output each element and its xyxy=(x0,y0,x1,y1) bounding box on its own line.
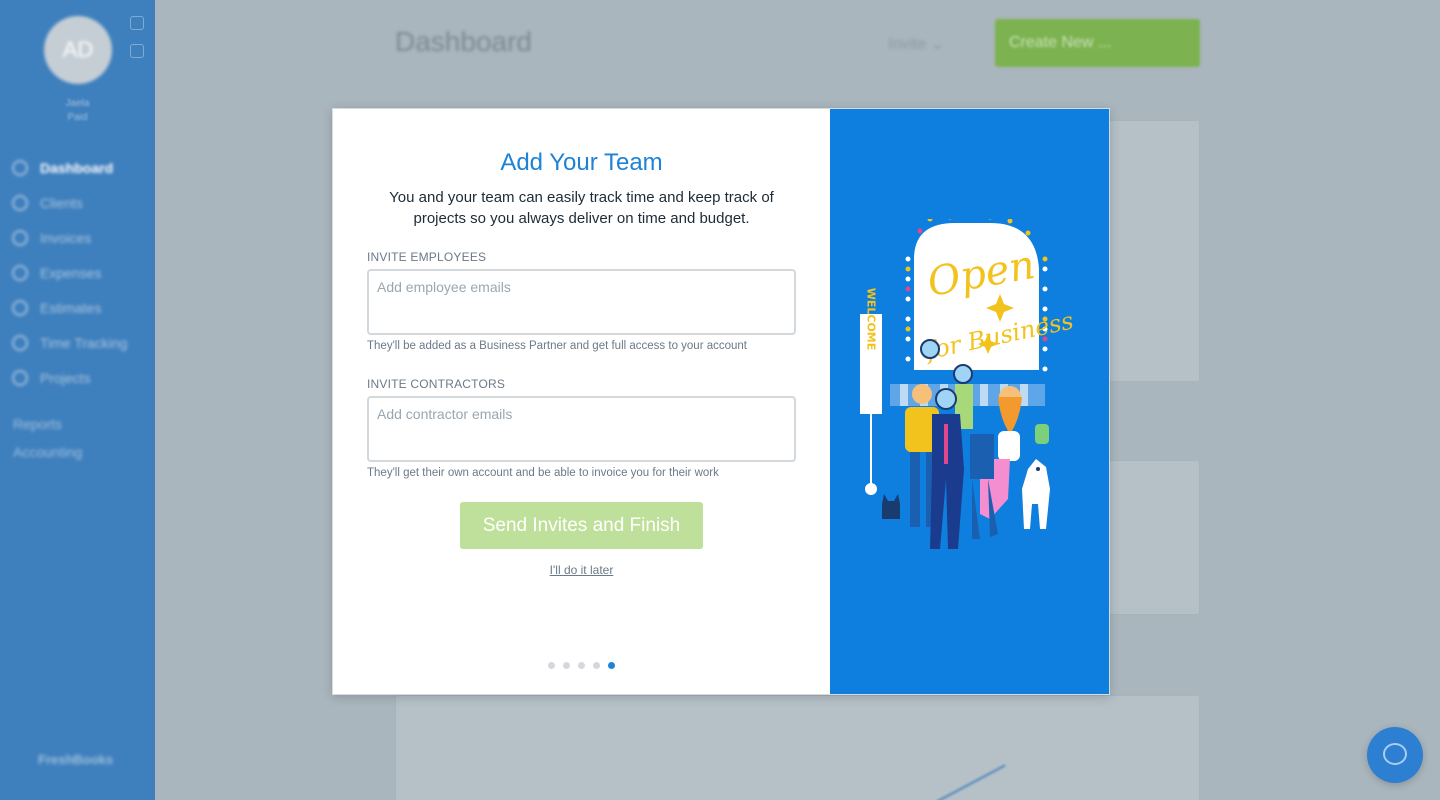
estimates-icon xyxy=(12,299,28,316)
employees-help-text: They'll be added as a Business Partner a… xyxy=(367,340,747,352)
invite-contractors-label: INVITE CONTRACTORS xyxy=(367,377,506,391)
invoices-icon xyxy=(12,229,28,246)
onboarding-modal: Add Your Team You and your team can easi… xyxy=(332,108,1110,695)
sidebar-item-label: Clients xyxy=(40,194,83,211)
people-group xyxy=(882,339,1050,549)
sidebar-item-reports: Reports xyxy=(13,416,63,432)
sidebar-nav: Dashboard Clients Invoices Expenses Esti… xyxy=(12,150,152,395)
step-dot-active[interactable] xyxy=(608,662,615,669)
sidebar-item-label: Expenses xyxy=(40,264,102,281)
sidebar-item-label: Estimates xyxy=(40,299,102,316)
step-indicator xyxy=(333,662,830,669)
modal-title: Add Your Team xyxy=(500,149,663,176)
employee-emails-input[interactable] xyxy=(367,269,796,335)
user-name: Jaela xyxy=(65,98,90,109)
chat-icon xyxy=(1383,743,1407,765)
step-dot[interactable] xyxy=(593,662,600,669)
illustration-panel: Open for Business WELCOME xyxy=(830,109,1109,694)
sidebar-item-label: Projects xyxy=(40,369,91,386)
avatar: AD xyxy=(44,16,112,84)
modal-content: Add Your Team You and your team can easi… xyxy=(333,109,830,694)
welcome-text: WELCOME xyxy=(865,288,878,351)
create-new-button: Create New ... xyxy=(995,19,1200,67)
sidebar-item-accounting: Accounting xyxy=(13,444,83,460)
chat-button[interactable] xyxy=(1367,727,1423,783)
sidebar-item-label: Dashboard xyxy=(40,159,114,176)
projects-icon xyxy=(12,369,28,386)
clock-icon xyxy=(12,334,28,351)
user-plan: Paid xyxy=(67,112,88,123)
contractors-help-text: They'll get their own account and be abl… xyxy=(367,467,719,479)
clients-icon xyxy=(12,194,28,211)
settings-icon xyxy=(130,44,144,58)
expenses-icon xyxy=(12,264,28,281)
sidebar: AD Jaela Paid Dashboard Clients Invoices… xyxy=(0,0,155,800)
skip-link[interactable]: I'll do it later xyxy=(333,563,830,577)
sidebar-item-estimates: Estimates xyxy=(12,290,152,325)
modal-subtitle: You and your team can easily track time … xyxy=(389,189,774,227)
background-card xyxy=(395,695,1200,800)
sidebar-item-time-tracking: Time Tracking xyxy=(12,325,152,360)
step-dot[interactable] xyxy=(548,662,555,669)
open-for-business-illustration: Open for Business WELCOME xyxy=(860,219,1076,549)
freshbooks-logo: FreshBooks xyxy=(38,752,114,767)
dashboard-icon xyxy=(12,159,28,176)
sidebar-item-clients: Clients xyxy=(12,185,152,220)
sidebar-item-expenses: Expenses xyxy=(12,255,152,290)
step-dot[interactable] xyxy=(578,662,585,669)
page-title: Dashboard xyxy=(395,26,532,57)
sidebar-item-label: Time Tracking xyxy=(40,334,128,351)
invite-employees-label: INVITE EMPLOYEES xyxy=(367,250,487,264)
step-dot[interactable] xyxy=(563,662,570,669)
sidebar-item-projects: Projects xyxy=(12,360,152,395)
contractor-emails-input[interactable] xyxy=(367,396,796,462)
send-invites-button[interactable]: Send Invites and Finish xyxy=(460,502,703,549)
sidebar-item-label: Invoices xyxy=(40,229,92,246)
sidebar-item-invoices: Invoices xyxy=(12,220,152,255)
sidebar-toggle-icon xyxy=(130,16,144,30)
sidebar-item-dashboard: Dashboard xyxy=(12,150,152,185)
invite-dropdown: Invite ⌄ xyxy=(888,34,944,54)
chevron-down-icon: ⌄ xyxy=(930,36,945,53)
invite-label: Invite xyxy=(888,36,927,53)
